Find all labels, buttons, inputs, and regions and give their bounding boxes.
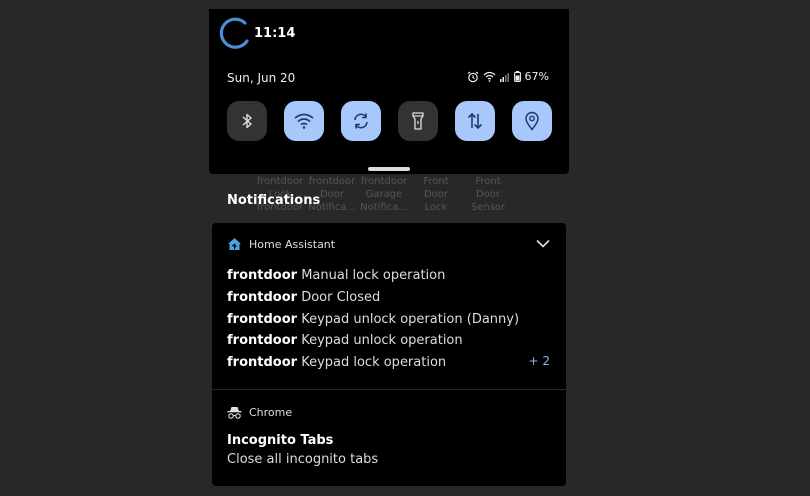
battery-percent: 67%: [524, 70, 549, 83]
data-transfer-icon: [467, 112, 483, 130]
notifications-heading: Notifications: [227, 193, 321, 208]
location-icon: [525, 111, 539, 131]
widget-label: Front Door Lock: [423, 176, 449, 213]
list-item: frontdoor Keypad unlock operation: [227, 333, 463, 349]
date-label[interactable]: Sun, Jun 20: [227, 71, 295, 85]
list-item: frontdoor Keypad lock operation: [227, 355, 447, 371]
status-bar: 11:14: [209, 9, 569, 59]
app-name: Home Assistant: [249, 237, 336, 251]
location-tile[interactable]: [512, 101, 552, 141]
wifi-status-icon: [483, 71, 495, 82]
quick-settings-panel: 11:14 Sun, Jun 20 67%: [209, 9, 569, 174]
wifi-tile[interactable]: [284, 101, 324, 141]
list-item: frontdoor Door Closed: [227, 289, 381, 305]
clock: 11:14: [254, 26, 296, 41]
notification-text: Close all incognito tabs: [227, 452, 379, 467]
incognito-icon: [227, 407, 242, 419]
battery-icon: [513, 71, 521, 82]
auto-rotate-tile[interactable]: [341, 101, 381, 141]
list-item: frontdoor Manual lock operation: [227, 268, 446, 283]
mobile-data-tile[interactable]: [455, 101, 495, 141]
notification-header: Home Assistant: [227, 237, 335, 251]
wifi-icon: [294, 113, 314, 129]
widget-label: frontdoor Garage Notifica...: [360, 176, 408, 213]
quick-tiles: [227, 101, 552, 141]
notification-title: Incognito Tabs: [227, 433, 334, 448]
alarm-icon: [467, 71, 478, 82]
phone-screen: 11:14 Sun, Jun 20 67% frontdoor Lock fro…: [209, 9, 569, 496]
status-icons: 67%: [467, 70, 549, 83]
notification-lines: frontdoor Manual lock operation frontdoo…: [227, 265, 519, 374]
rotate-icon: [354, 113, 368, 129]
widget-label: Front Door Sensor: [470, 176, 506, 213]
drag-handle[interactable]: [368, 167, 410, 171]
flashlight-icon: [412, 112, 424, 130]
chevron-down-icon[interactable]: [536, 239, 550, 248]
notification-header: Chrome: [227, 406, 292, 419]
home-assistant-icon: [228, 238, 241, 250]
list-item: frontdoor Keypad unlock operation (Danny…: [227, 311, 520, 327]
flashlight-tile[interactable]: [398, 101, 438, 141]
loading-spinner-icon: [219, 17, 249, 49]
chrome-notification[interactable]: Chrome Incognito Tabs Close all incognit…: [212, 390, 566, 486]
app-name: Chrome: [249, 406, 293, 419]
bluetooth-icon: [242, 113, 252, 129]
bluetooth-tile[interactable]: [227, 101, 267, 141]
more-count-badge[interactable]: + 2: [528, 354, 550, 368]
home-assistant-notification[interactable]: Home Assistant frontdoor Manual lock ope…: [212, 223, 566, 389]
signal-icon: [499, 72, 509, 82]
